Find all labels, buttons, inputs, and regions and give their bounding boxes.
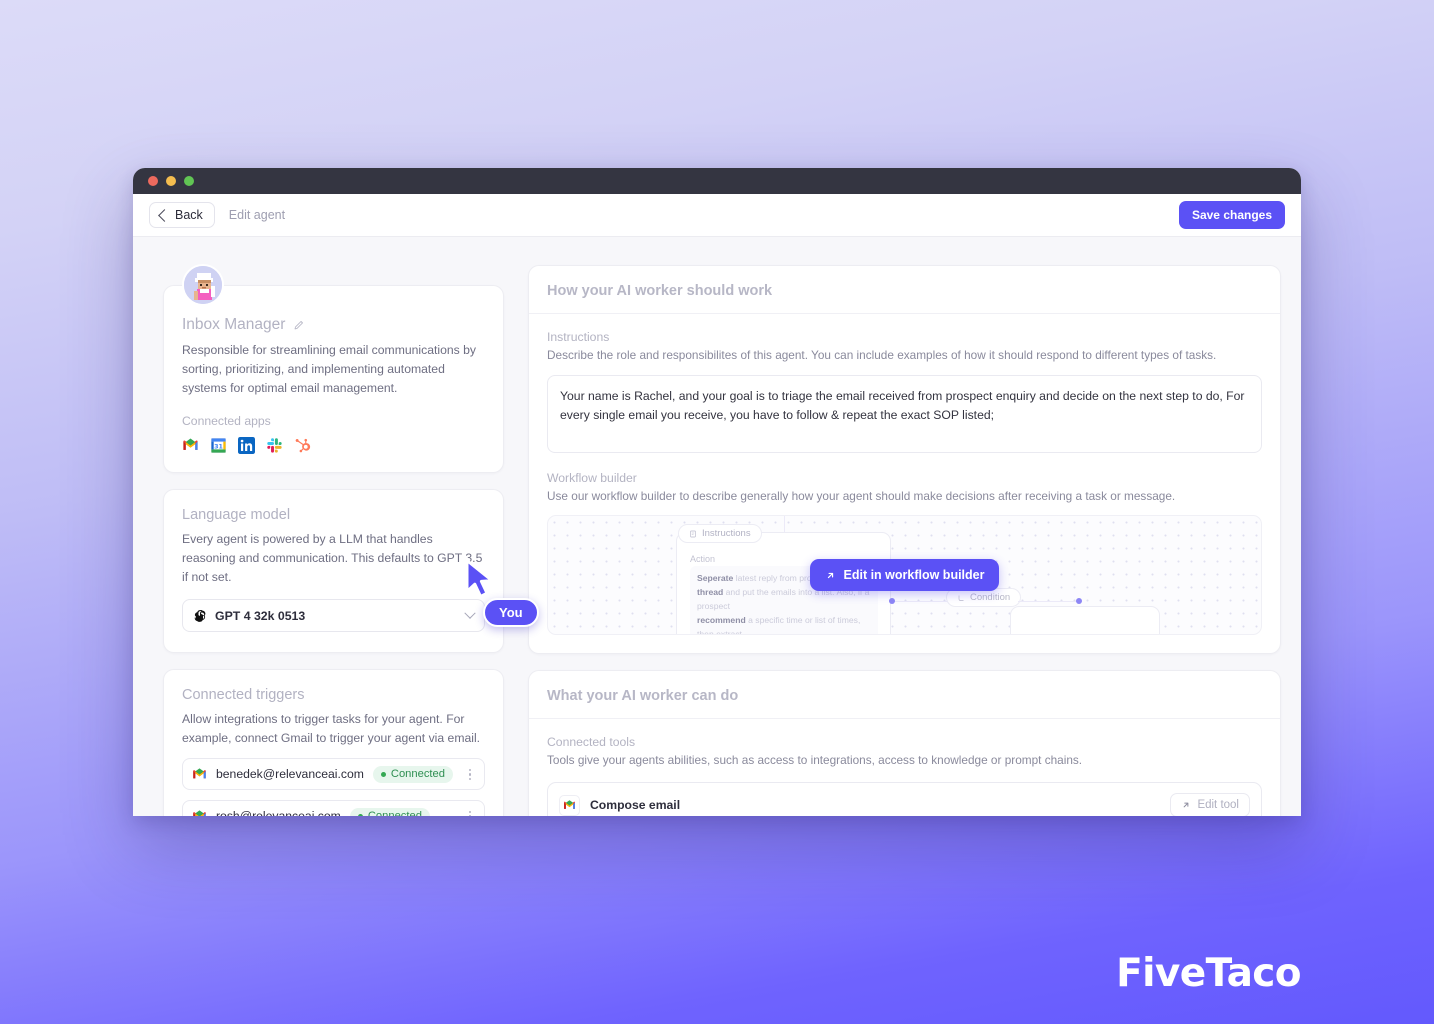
workflow-canvas-preview[interactable]: Instructions Action Seperate latest repl… (547, 515, 1262, 636)
hubspot-icon (295, 438, 311, 453)
connected-apps-row: 31 (182, 436, 485, 454)
connected-apps-label: Connected apps (182, 413, 271, 428)
status-badge: Connected (349, 807, 430, 816)
how-it-works-header: How your AI worker should work (529, 266, 1280, 314)
gmail-icon (183, 438, 198, 450)
left-column: Inbox Manager Responsible for streamlini… (163, 264, 504, 816)
window-maximize-button[interactable] (184, 176, 194, 186)
workflow-builder-help: Use our workflow builder to describe gen… (547, 488, 1176, 503)
tool-row[interactable]: Compose email Edit tool (547, 782, 1262, 816)
trigger-email: benedek@relevanceai.com (216, 767, 364, 782)
arrow-up-right-icon (1184, 802, 1189, 808)
workflow-node-chip-label: Instructions (702, 528, 751, 540)
chevron-down-icon (464, 607, 476, 619)
right-column: How your AI worker should work Instructi… (528, 265, 1281, 816)
trigger-more-menu[interactable] (465, 765, 476, 785)
language-model-value: GPT 4 32k 0513 (215, 608, 306, 623)
language-model-title: Language model (182, 506, 291, 523)
app-body: Inbox Manager Responsible for streamlini… (133, 237, 1301, 816)
connected-triggers-card: Connected triggers Allow integrations to… (163, 669, 504, 816)
brand-logo: FiveTaco (1116, 951, 1301, 996)
google-calendar-icon: 31 (211, 437, 226, 453)
connected-triggers-title: Connected triggers (182, 687, 305, 704)
workflow-condition-label: Condition (970, 592, 1011, 604)
workflow-edge (891, 601, 951, 603)
connected-triggers-description: Allow integrations to trigger tasks for … (182, 712, 481, 746)
connected-tools-label: Connected tools (547, 735, 636, 750)
what-it-can-do-body: Connected tools Tools give your agents a… (529, 719, 1280, 816)
back-button-label: Back (175, 208, 203, 222)
window-close-button[interactable] (148, 176, 158, 186)
openai-icon (194, 609, 206, 622)
edit-pencil-icon[interactable] (293, 319, 306, 332)
edit-in-workflow-builder-button[interactable]: Edit in workflow builder (809, 559, 1000, 592)
status-badge-label: Connected (390, 768, 445, 781)
workflow-port (889, 598, 895, 605)
wf-l2-bold: thread (697, 587, 724, 598)
trigger-row[interactable]: benedek@relevanceai.com Connected (182, 758, 485, 791)
edit-tool-label: Edit tool (1197, 799, 1239, 812)
agent-summary-card: Inbox Manager Responsible for streamlini… (163, 264, 504, 473)
gmail-icon (193, 810, 206, 816)
agent-description: Responsible for streamlining email commu… (182, 343, 476, 395)
arrow-up-right-icon (827, 572, 833, 579)
page-title: Edit agent (228, 208, 286, 222)
trigger-email: rosh@relevanceai.com (216, 809, 341, 816)
gmail-icon (564, 799, 575, 809)
language-model-description: Every agent is powered by a LLM that han… (182, 531, 483, 584)
what-it-can-do-panel: What your AI worker can do Connected too… (528, 670, 1281, 816)
back-button[interactable]: Back (149, 202, 215, 228)
document-icon (690, 530, 696, 538)
chevron-left-icon (158, 208, 171, 222)
how-it-works-title: How your AI worker should work (547, 283, 773, 299)
cursor-label-badge: You (483, 598, 539, 627)
instructions-help: Describe the role and responsibilites of… (547, 348, 1217, 362)
status-dot-icon (380, 771, 386, 777)
app-header: Back Edit agent Save changes (133, 194, 1301, 237)
agent-name-row: Inbox Manager (182, 316, 485, 334)
scrollbar[interactable] (1293, 243, 1297, 810)
browser-window: Back Edit agent Save changes Inbox Manag… (133, 168, 1301, 816)
workflow-port (1076, 598, 1082, 605)
workflow-edge (1018, 601, 1078, 603)
gmail-icon (193, 768, 206, 779)
status-dot-icon (357, 813, 363, 816)
status-badge-label: Connected (368, 810, 422, 816)
save-changes-button[interactable]: Save changes (1178, 201, 1285, 229)
what-it-can-do-header: What your AI worker can do (529, 671, 1280, 720)
language-model-card: Language model Every agent is powered by… (163, 488, 504, 654)
window-minimize-button[interactable] (166, 176, 176, 186)
connected-tools-help: Tools give your agents abilities, such a… (547, 753, 1083, 768)
workflow-node-chip: Instructions (678, 524, 762, 544)
wf-l1-bold: Seperate (697, 573, 734, 584)
how-it-works-body: Instructions Describe the role and respo… (529, 314, 1280, 653)
workflow-action-label: Action (690, 554, 716, 565)
workflow-builder-block: Workflow builder Use our workflow builde… (547, 471, 1262, 636)
svg-text:31: 31 (214, 442, 223, 450)
instructions-input[interactable]: Your name is Rachel, and your goal is to… (547, 374, 1262, 453)
trigger-row[interactable]: rosh@relevanceai.com Connected (182, 800, 485, 816)
linkedin-icon (238, 436, 255, 454)
avatar (182, 264, 224, 306)
status-badge: Connected (372, 765, 453, 783)
tool-name: Compose email (590, 798, 681, 813)
what-it-can-do-title: What your AI worker can do (547, 688, 739, 705)
wf-l3-bold: recommend (697, 615, 746, 626)
edit-in-workflow-builder-label: Edit in workflow builder (843, 568, 985, 583)
tool-icon-box (559, 794, 580, 816)
workflow-builder-label: Workflow builder (547, 470, 637, 485)
branch-icon (958, 595, 964, 601)
trigger-more-menu[interactable] (465, 807, 476, 816)
agent-name: Inbox Manager (182, 316, 286, 333)
instructions-label: Instructions (547, 330, 610, 344)
slack-icon (267, 437, 282, 453)
how-it-works-panel: How your AI worker should work Instructi… (528, 265, 1281, 655)
window-titlebar (133, 168, 1301, 194)
workflow-node-right (1010, 606, 1160, 635)
edit-tool-button[interactable]: Edit tool (1170, 793, 1250, 816)
language-model-select[interactable]: GPT 4 32k 0513 (182, 599, 485, 633)
